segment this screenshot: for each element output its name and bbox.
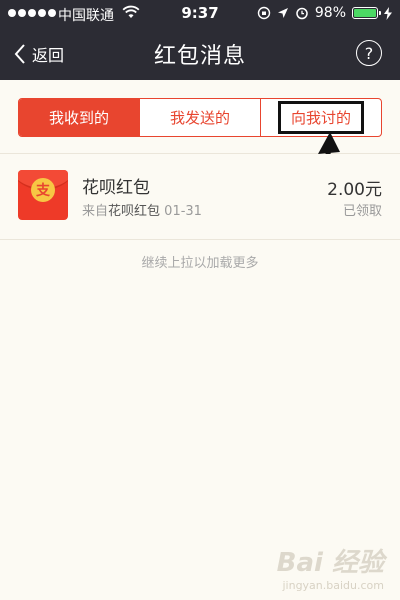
help-icon: ? (364, 43, 374, 63)
tab-sent-label: 我发送的 (169, 109, 230, 127)
item-amount: 2.00元 (327, 180, 382, 200)
page-title: 红包消息 (153, 44, 246, 69)
battery-percent: 98% (314, 5, 346, 21)
status-bar: 中国联通 9:37 98% (0, 0, 400, 28)
watermark-logo: Bai 经验 (276, 548, 384, 578)
tab-received-label: 我收到的 (48, 109, 109, 127)
item-source-prefix: 来自 (82, 204, 109, 219)
watermark: Bai 经验 jingyan.baidu.com (277, 542, 384, 592)
help-button[interactable]: ? (356, 40, 382, 66)
rotation-lock-icon (257, 6, 271, 20)
red-packet-list: 支 花呗红包 来自花呗红包 01-31 2.00元 已领取 (0, 154, 400, 240)
header: 中国联通 9:37 98% 返回 红包消息 ? (0, 0, 400, 80)
list-item[interactable]: 支 花呗红包 来自花呗红包 01-31 2.00元 已领取 (0, 154, 400, 240)
item-date: 01-31 (164, 204, 202, 219)
item-title: 花呗红包 (82, 178, 150, 198)
nav-bar: 返回 红包消息 ? (0, 28, 400, 80)
tab-sent[interactable]: 我发送的 (140, 99, 261, 136)
red-envelope-icon: 支 (18, 170, 68, 220)
location-icon (277, 8, 288, 18)
load-more-hint: 继续上拉以加载更多 (141, 256, 259, 271)
battery-fill (354, 9, 376, 17)
item-subtitle: 来自花呗红包 01-31 (82, 200, 202, 219)
alipay-seal: 支 (31, 178, 55, 202)
alarm-icon (296, 7, 308, 20)
tab-received[interactable]: 我收到的 (19, 99, 140, 136)
battery-icon (352, 7, 381, 19)
charging-icon (384, 6, 392, 20)
item-status: 已领取 (342, 204, 382, 219)
status-right: 98% (257, 5, 392, 21)
watermark-url: jingyan.baidu.com (282, 579, 384, 592)
item-source: 花呗红包 (108, 204, 161, 219)
